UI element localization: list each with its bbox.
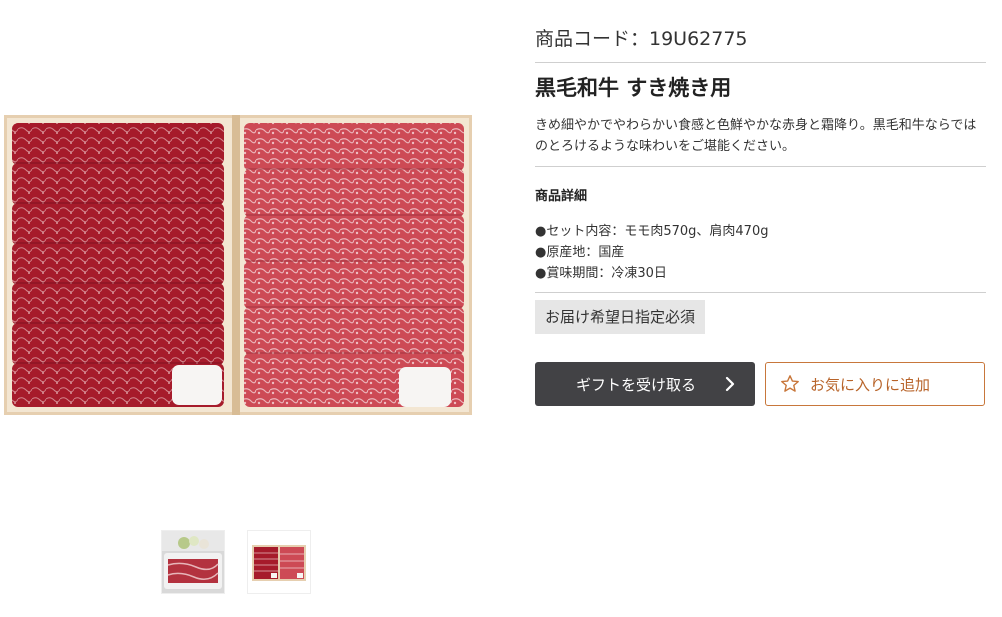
delivery-date-required-badge: お届け希望日指定必須 — [535, 300, 706, 334]
divider — [535, 62, 986, 63]
divider — [535, 166, 986, 167]
details-list: ●セット内容：モモ肉570g、肩肉470g ●原産地：国産 ●賞味期間：冷凍30… — [535, 221, 768, 284]
product-gallery — [0, 0, 480, 617]
receive-gift-button[interactable]: ギフトを受け取る — [535, 362, 755, 406]
detail-shelf-life: ●賞味期間：冷凍30日 — [535, 266, 667, 281]
product-title: 黒毛和牛 すき焼き用 — [535, 76, 732, 100]
chevron-right-icon — [725, 376, 735, 392]
detail-origin: ●原産地：国産 — [535, 245, 625, 260]
beef-box-image — [4, 115, 472, 415]
thumbnail-served-dish[interactable] — [161, 530, 225, 594]
add-to-favorites-label: お気に入りに追加 — [810, 375, 931, 394]
details-heading: 商品詳細 — [535, 189, 588, 204]
main-product-image[interactable] — [4, 115, 472, 415]
thumbnail-beef-box[interactable] — [247, 530, 311, 594]
sukiyaki-plate-thumbnail-image — [162, 531, 224, 593]
product-description: きめ細やかでやわらかい食感と色鮮やかな赤身と霜降り。黒毛和牛ならではのとろけるよ… — [535, 118, 977, 154]
add-to-favorites-button[interactable]: お気に入りに追加 — [765, 362, 985, 406]
detail-set-contents: ●セット内容：モモ肉570g、肩肉470g — [535, 224, 769, 239]
beef-box-thumbnail-image — [248, 531, 310, 593]
receive-gift-label: ギフトを受け取る — [575, 375, 696, 394]
divider — [535, 292, 986, 293]
star-icon — [781, 375, 799, 392]
thumbnail-strip — [161, 530, 311, 594]
product-code: 商品コード：19U62775 — [535, 28, 748, 50]
